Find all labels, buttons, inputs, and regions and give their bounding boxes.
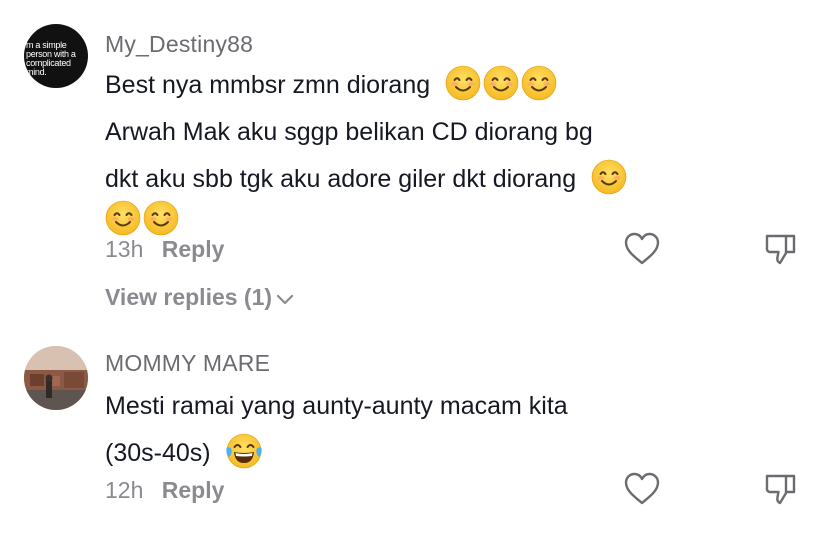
smiling-face-emoji-icon xyxy=(521,65,557,101)
smiling-face-emoji-icon xyxy=(483,65,519,101)
thumbs-down-icon[interactable] xyxy=(764,471,798,507)
heart-outline-icon[interactable] xyxy=(623,231,661,267)
reply-button[interactable]: Reply xyxy=(162,477,225,503)
thumbs-down-icon[interactable] xyxy=(764,231,798,267)
reply-button[interactable]: Reply xyxy=(162,236,225,262)
comment-text: Best nya mmbsr zmn diorang Arwah Mak aku… xyxy=(105,62,725,244)
comment-line: (30s-40s) xyxy=(105,430,725,477)
avatar[interactable] xyxy=(24,346,88,410)
smiling-face-emoji-icon xyxy=(143,200,179,236)
avatar-text: m a simple person with a complicated min… xyxy=(26,40,76,77)
comment-line: Arwah Mak aku sggp belikan CD diorang bg xyxy=(105,118,593,146)
comment-meta: 13h Reply xyxy=(105,236,224,263)
comment-line: dkt aku sbb tgk aku adore giler dkt dior… xyxy=(105,156,725,203)
chevron-down-icon xyxy=(276,294,294,305)
comment-time: 12h xyxy=(105,477,144,503)
comment-username[interactable]: MOMMY MARE xyxy=(105,350,270,377)
comment-time: 13h xyxy=(105,236,144,262)
comment-username[interactable]: My_Destiny88 xyxy=(105,31,253,58)
comment-text: Mesti ramai yang aunty-aunty macam kita … xyxy=(105,383,725,477)
comment-meta: 12h Reply xyxy=(105,477,224,504)
smiling-face-emoji-icon xyxy=(445,65,481,101)
smiling-face-emoji-icon xyxy=(105,200,141,236)
comment-line: Mesti ramai yang aunty-aunty macam kita xyxy=(105,392,568,420)
comment-line: Best nya mmbsr zmn diorang xyxy=(105,62,725,109)
view-replies-button[interactable]: View replies (1) xyxy=(105,284,294,311)
avatar-photo xyxy=(24,346,88,410)
tears-of-joy-emoji-icon xyxy=(226,433,262,469)
avatar[interactable]: m a simple person with a complicated min… xyxy=(24,24,88,88)
heart-outline-icon[interactable] xyxy=(623,471,661,507)
smiling-face-emoji-icon xyxy=(591,159,627,195)
